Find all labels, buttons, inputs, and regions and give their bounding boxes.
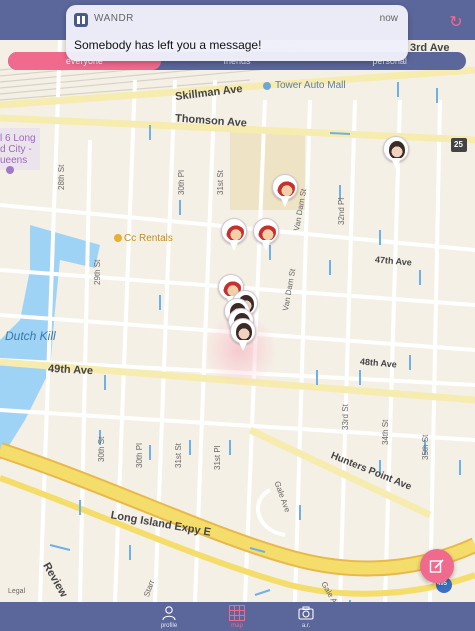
label-cc-rentals: Cc Rentals [124, 233, 173, 244]
notification-time: now [379, 13, 398, 24]
tab-profile[interactable]: profile [149, 603, 189, 630]
label-31st-st: 31st St [216, 170, 225, 195]
label-49th-ave: 49th Ave [47, 362, 94, 378]
notification-banner[interactable]: WANDR now Somebody has left you a messag… [66, 5, 408, 61]
camera-icon [298, 606, 314, 620]
label-30th-pl: 30th Pl [177, 170, 186, 195]
label-31st-pl: 31st Pl [213, 445, 222, 470]
label-30th-pl-2: 30th Pl [135, 443, 144, 468]
person-icon [162, 606, 176, 621]
map-pin[interactable] [230, 318, 256, 352]
label-28th-st: 28th St [57, 164, 66, 190]
label-34th-st: 34th St [381, 419, 390, 445]
notification-message: Somebody has left you a message! [74, 38, 262, 52]
compose-button[interactable] [420, 549, 454, 583]
app-icon [74, 13, 88, 27]
notification-app-name: WANDR [94, 13, 134, 24]
bottom-tab-bar: profile map a.r. [0, 602, 475, 631]
label-32nd-pl: 32nd Pl [337, 197, 346, 225]
map-grid-icon [229, 605, 245, 621]
label-35th-st: 35th St [421, 434, 430, 460]
label-area: l 6 Long d City - ueens [0, 133, 36, 166]
compose-icon [429, 559, 444, 573]
tab-ar[interactable]: a.r. [286, 603, 326, 630]
map-legal-link[interactable]: Legal [8, 588, 25, 595]
refresh-icon[interactable]: ↻ [447, 14, 465, 32]
map-pin[interactable] [383, 136, 409, 170]
label-30th-st: 30th St [97, 436, 106, 462]
map-pin[interactable] [221, 218, 247, 252]
route-25-shield: 25 [454, 140, 463, 149]
label-31st-st-2: 31st St [174, 443, 183, 468]
label-dutch-kill: Dutch Kill [5, 329, 56, 343]
map-pin[interactable] [253, 218, 279, 252]
map-view[interactable]: Skillman Ave 3rd Ave Thomson Ave 47th Av… [0, 40, 475, 602]
label-33rd-st: 33rd St [341, 404, 350, 430]
map-pin[interactable] [272, 174, 298, 208]
label-29th-st: 29th St [93, 259, 102, 285]
label-tower-auto-mall: Tower Auto Mall [275, 80, 346, 91]
tab-map[interactable]: map [217, 603, 257, 630]
